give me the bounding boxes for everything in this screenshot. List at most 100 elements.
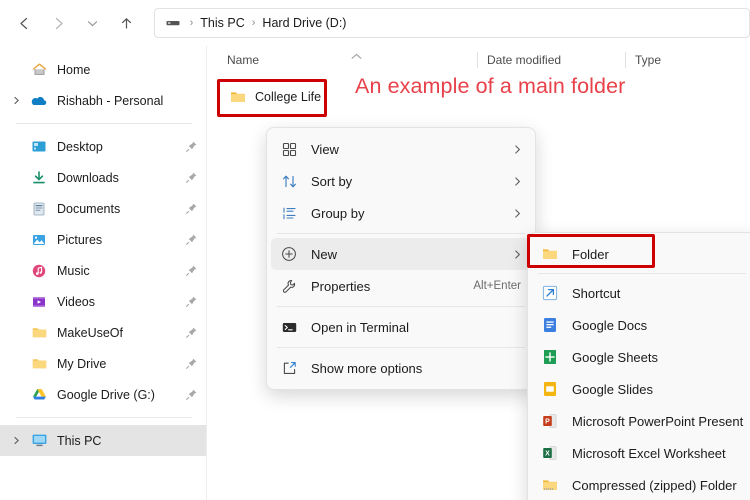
menu-item-view[interactable]: View [271,133,531,165]
menu-item-label: Sort by [311,174,352,189]
arrow-up-icon [118,15,135,32]
submenu-item-label: Microsoft PowerPoint Present [572,414,743,429]
submenu-item-google-slides[interactable]: Google Slides [532,373,750,405]
onedrive-icon [30,92,48,110]
submenu-item-google-docs[interactable]: Google Docs [532,309,750,341]
sidebar-item-videos[interactable]: Videos [0,286,206,317]
sort-icon [279,171,299,191]
submenu-item-label: Google Docs [572,318,647,333]
sidebar-item-label: Home [57,63,90,77]
menu-item-label: Open in Terminal [311,320,409,335]
pin-icon[interactable] [184,264,198,278]
google-drive-icon [30,386,48,404]
sidebar-item-label: This PC [57,434,101,448]
sidebar-item-pictures[interactable]: Pictures [0,224,206,255]
powerpoint-icon: P [540,411,560,431]
sidebar-item-downloads[interactable]: Downloads [0,162,206,193]
pin-icon[interactable] [184,233,198,247]
sidebar-item-label: Desktop [57,140,103,154]
pin-icon[interactable] [184,357,198,371]
column-header-name[interactable]: Name [227,46,259,74]
breadcrumb-separator: › [190,18,194,29]
excel-icon: X [540,443,560,463]
back-button[interactable] [8,6,42,40]
sidebar-item-my-drive[interactable]: My Drive [0,348,206,379]
sidebar-item-google-drive[interactable]: Google Drive (G:) [0,379,206,410]
submenu-item-powerpoint[interactable]: P Microsoft PowerPoint Present [532,405,750,437]
pin-icon[interactable] [184,326,198,340]
folder-icon [30,324,48,342]
svg-text:X: X [545,450,550,457]
expand-icon [279,358,299,378]
menu-item-new[interactable]: New [271,238,531,270]
column-header-date-modified[interactable]: Date modified [487,46,561,74]
pin-icon[interactable] [184,388,198,402]
recent-locations-button[interactable] [76,6,110,40]
sidebar-item-this-pc[interactable]: This PC [0,425,206,456]
table-row[interactable]: College Life [229,82,321,112]
menu-item-show-more-options[interactable]: Show more options [271,352,531,384]
chevron-right-icon[interactable] [8,433,24,449]
arrow-right-icon [50,15,67,32]
menu-item-properties[interactable]: Properties Alt+Enter [271,270,531,302]
chevron-right-icon[interactable] [8,93,24,109]
chevron-right-icon [512,249,523,260]
sidebar-item-documents[interactable]: Documents [0,193,206,224]
sidebar-item-label: Documents [57,202,120,216]
submenu-item-folder[interactable]: Folder [532,238,750,270]
menu-item-sort-by[interactable]: Sort by [271,165,531,197]
submenu-item-shortcut[interactable]: Shortcut [532,277,750,309]
context-menu: View Sort by Group by [266,127,536,390]
menu-item-group-by[interactable]: Group by [271,197,531,229]
pin-icon[interactable] [184,295,198,309]
up-button[interactable] [110,6,144,40]
sidebar-item-label: Pictures [57,233,102,247]
arrow-left-icon [16,15,33,32]
sidebar-item-label: Downloads [57,171,119,185]
drive-icon [165,15,181,31]
sidebar-item-home[interactable]: Home [0,54,206,85]
sidebar-item-makeuseof[interactable]: MakeUseOf [0,317,206,348]
sidebar-item-label: Music [57,264,90,278]
file-name: College Life [255,90,321,104]
toolbar: › This PC › Hard Drive (D:) [0,0,750,46]
menu-item-open-in-terminal[interactable]: Open in Terminal [271,311,531,343]
breadcrumb-this-pc[interactable]: This PC [200,16,244,30]
submenu-item-excel[interactable]: X Microsoft Excel Worksheet [532,437,750,469]
file-explorer-window: › This PC › Hard Drive (D:) Home Rishabh… [0,0,750,500]
address-bar[interactable]: › This PC › Hard Drive (D:) [154,8,750,38]
annotation-text: An example of a main folder [355,74,625,99]
google-docs-icon [540,315,560,335]
sidebar-item-label: MakeUseOf [57,326,123,340]
group-icon [279,203,299,223]
videos-icon [30,293,48,311]
this-pc-icon [30,432,48,450]
pin-icon[interactable] [184,140,198,154]
menu-separator [277,347,525,348]
shortcut-icon [540,283,560,303]
forward-button[interactable] [42,6,76,40]
folder-icon [30,355,48,373]
menu-item-label: View [311,142,339,157]
menu-separator [277,233,525,234]
column-header-type[interactable]: Type [635,46,661,74]
menu-separator [277,306,525,307]
new-submenu: Folder Shortcut Google Docs Google Sheet… [527,232,750,500]
pin-icon[interactable] [184,202,198,216]
sort-ascending-icon [350,50,363,64]
sidebar-divider [16,123,192,124]
submenu-item-google-sheets[interactable]: Google Sheets [532,341,750,373]
chevron-right-icon [512,144,523,155]
sidebar-item-music[interactable]: Music [0,255,206,286]
pin-icon[interactable] [184,171,198,185]
grid-icon [279,139,299,159]
column-divider[interactable] [477,52,478,68]
menu-item-label: Group by [311,206,364,221]
sidebar-item-desktop[interactable]: Desktop [0,131,206,162]
sidebar-item-rishabh-personal[interactable]: Rishabh - Personal [0,85,206,116]
column-divider[interactable] [625,52,626,68]
submenu-item-compressed-folder[interactable]: Compressed (zipped) Folder [532,469,750,500]
breadcrumb-hard-drive[interactable]: Hard Drive (D:) [262,16,346,30]
documents-icon [30,200,48,218]
submenu-item-label: Microsoft Excel Worksheet [572,446,726,461]
